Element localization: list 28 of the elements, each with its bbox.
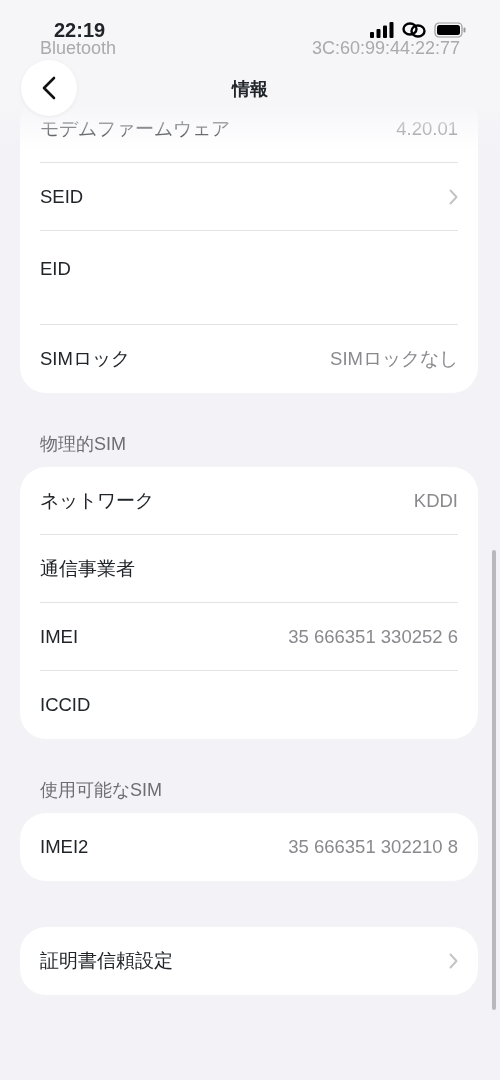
row-value: 3C:60:99:44:22:77 — [311, 38, 460, 58]
row-value: 4.20.01 — [396, 116, 458, 141]
battery-icon — [434, 22, 466, 38]
row-label: モデムファームウェア — [40, 116, 230, 141]
status-time: 22:19 — [54, 18, 106, 41]
row-label: EID — [40, 257, 71, 281]
row-label: ICCID — [40, 693, 91, 718]
row-label: IMEI — [40, 624, 79, 649]
section-header: 物理的SIM — [39, 433, 127, 456]
row-value: KDDI — [413, 488, 458, 513]
settings-row-label[interactable]: SEID — [40, 182, 84, 211]
row-label: 通信事業者 — [40, 556, 135, 581]
row-label: SIMロック — [40, 347, 130, 372]
section-header: 使用可能なSIM — [39, 779, 163, 802]
back-button[interactable] — [21, 60, 77, 116]
row-value: SIMロックなし — [330, 347, 458, 372]
chevron-icon — [449, 188, 458, 205]
chevron-icon — [449, 953, 458, 969]
row-label: Bluetooth — [40, 38, 117, 58]
row-value: 35 666351 302210 8 — [288, 835, 458, 860]
back-icon — [42, 76, 56, 100]
link-icon — [402, 21, 426, 39]
row-label: ネットワーク — [40, 488, 154, 513]
row-value: 35 666351 330252 6 — [288, 624, 458, 649]
settings-row-label[interactable]: 証明書信頼設定 — [40, 947, 173, 975]
signal-icon — [370, 22, 394, 38]
row-label: IMEI2 — [40, 835, 89, 860]
page-title: 情報 — [230, 78, 269, 101]
